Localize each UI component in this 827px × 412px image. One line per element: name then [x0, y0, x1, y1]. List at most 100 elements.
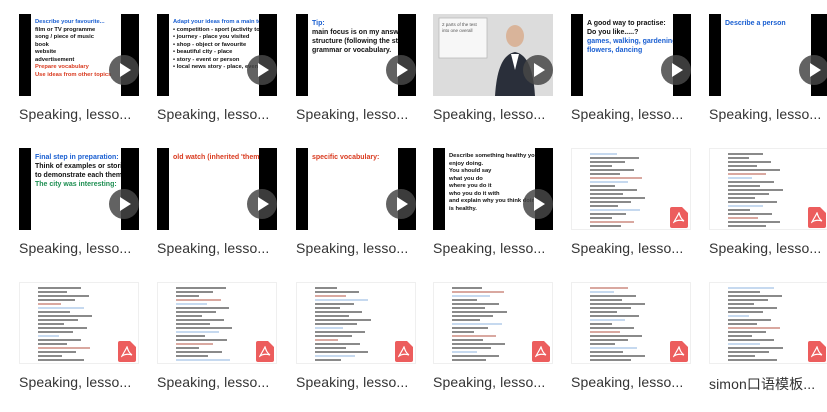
pdf-thumbnail — [296, 282, 416, 364]
slide-text: 2 parts of the test into one overall — [442, 22, 486, 34]
play-icon[interactable] — [386, 189, 416, 219]
play-icon[interactable] — [247, 55, 277, 85]
slide-line: to demonstrate each theme — [35, 172, 121, 179]
slide-line: is healthy. — [449, 205, 477, 212]
pdf-file-item[interactable]: Speaking, lesso... — [433, 282, 553, 412]
video-thumbnail: Tip: main focus is on my answer structure … — [296, 14, 416, 96]
document-preview-lines — [590, 285, 650, 363]
video-thumbnail: old watch (inherited 'theme') — [157, 148, 277, 230]
video-thumbnail: specific vocabulary: — [296, 148, 416, 230]
slide-line: • story - event or person — [173, 56, 240, 63]
play-icon[interactable] — [109, 189, 139, 219]
video-file-item[interactable]: Describe a person Speaking, lesso... — [709, 14, 827, 144]
video-file-item[interactable]: specific vocabulary: Speaking, lesso... — [296, 148, 416, 278]
slide-line: The city was interesting: — [35, 181, 117, 188]
pdf-icon — [808, 341, 826, 362]
slide-line: Adapt your ideas from a main topic — [173, 19, 259, 25]
slide-line: song / piece of music — [35, 34, 94, 40]
video-file-item[interactable]: 2 parts of the test into one overall Speak… — [433, 14, 553, 144]
pdf-file-item[interactable]: Speaking, lesso... — [157, 282, 277, 412]
video-file-item[interactable]: Final step in preparation: Think of examp… — [19, 148, 139, 278]
pdf-icon — [808, 207, 826, 228]
pdf-icon — [670, 341, 688, 362]
file-name-label: Speaking, lesso... — [19, 374, 132, 390]
pdf-thumbnail — [709, 148, 827, 230]
slide-line: • journey - place you visited — [173, 34, 250, 40]
pdf-thumbnail — [157, 282, 277, 364]
file-name-label: Speaking, lesso... — [571, 240, 684, 256]
play-icon[interactable] — [109, 55, 139, 85]
file-name-label: simon口语模板... — [709, 376, 816, 392]
slide-line: where you do it — [449, 183, 492, 189]
pdf-icon — [532, 341, 550, 362]
pdf-file-item[interactable]: Speaking, lesso... — [571, 282, 691, 412]
file-name-label: Speaking, lesso... — [157, 374, 270, 390]
document-preview-lines — [315, 285, 375, 363]
slide-line: You should say — [449, 168, 492, 174]
slide-line: website — [35, 49, 57, 55]
slide-line: book — [35, 41, 49, 48]
pdf-thumbnail — [571, 282, 691, 364]
video-file-item[interactable]: Adapt your ideas from a main topic• comp… — [157, 14, 277, 144]
file-name-label: Speaking, lesso... — [433, 106, 546, 122]
video-file-item[interactable]: Describe your favourite... film or TV pr… — [19, 14, 139, 144]
slide-line: Do you like.....? — [587, 29, 639, 36]
slide-line: • competition - sport (activity topic) — [173, 26, 259, 33]
file-name-label: Speaking, lesso... — [709, 240, 822, 256]
play-icon[interactable] — [386, 55, 416, 85]
document-preview-lines — [38, 285, 98, 363]
slide-line: structure (following the steps), not — [312, 38, 398, 45]
pdf-file-item[interactable]: Speaking, lesso... — [19, 282, 139, 412]
slide-line: grammar or vocabulary. — [312, 47, 392, 54]
file-name-label: Speaking, lesso... — [571, 106, 684, 122]
file-name-label: Speaking, lesso... — [19, 240, 132, 256]
pdf-file-item[interactable]: Speaking, lesso... — [709, 148, 827, 278]
video-thumbnail: Adapt your ideas from a main topic• comp… — [157, 14, 277, 96]
pdf-icon — [256, 341, 274, 362]
pdf-file-item[interactable]: Speaking, lesso... — [296, 282, 416, 412]
document-preview-lines — [728, 151, 788, 229]
slide-line: enjoy doing. — [449, 160, 484, 167]
video-thumbnail: Final step in preparation: Think of examp… — [19, 148, 139, 230]
pdf-file-item[interactable]: simon口语模板... — [709, 282, 827, 412]
play-icon[interactable] — [799, 55, 827, 85]
pdf-thumbnail — [19, 282, 139, 364]
slide-line: old watch (inherited 'theme') — [173, 154, 259, 161]
file-name-label: Speaking, lesso... — [296, 374, 409, 390]
slide-line: advertisement — [35, 56, 75, 63]
file-name-label: Speaking, lesso... — [571, 374, 684, 390]
slide-frame: A good way to practise: Do you like.....?… — [583, 14, 673, 96]
document-preview-lines — [590, 151, 650, 229]
slide-line: Use ideas from other topics — [35, 71, 112, 78]
video-thumbnail: Describe something healthy you enjoy doin… — [433, 148, 553, 230]
video-file-item[interactable]: Tip: main focus is on my answer structure … — [296, 14, 416, 144]
file-name-label: Speaking, lesso... — [157, 106, 270, 122]
video-file-item[interactable]: Describe something healthy you enjoy doin… — [433, 148, 553, 278]
file-grid: Describe your favourite... film or TV pr… — [0, 0, 827, 400]
slide-line: flowers, dancing — [587, 47, 643, 54]
document-preview-lines — [728, 285, 788, 363]
play-icon[interactable] — [661, 55, 691, 85]
pdf-file-item[interactable]: Speaking, lesso... — [571, 148, 691, 278]
document-preview-lines — [176, 285, 236, 363]
slide-line: • shop - object or favourite — [173, 41, 247, 48]
video-thumbnail: A good way to practise: Do you like.....?… — [571, 14, 691, 96]
slide-line: A good way to practise: — [587, 20, 666, 27]
file-name-label: Speaking, lesso... — [433, 374, 546, 390]
file-name-label: Speaking, lesso... — [433, 240, 546, 256]
pdf-icon — [670, 207, 688, 228]
video-thumbnail: Describe a person — [709, 14, 827, 96]
video-file-item[interactable]: A good way to practise: Do you like.....?… — [571, 14, 691, 144]
play-icon[interactable] — [247, 189, 277, 219]
slide-line: Describe your favourite... — [35, 19, 105, 25]
play-icon[interactable] — [523, 189, 553, 219]
slide-line: games, walking, gardening, — [587, 38, 673, 45]
video-file-item[interactable]: old watch (inherited 'theme') Speaking, l… — [157, 148, 277, 278]
slide-line: Prepare vocabulary — [35, 64, 89, 70]
slide-frame: Describe a person — [721, 14, 811, 96]
document-preview-lines — [452, 285, 512, 363]
slide-frame: Describe something healthy you enjoy doin… — [445, 148, 535, 230]
file-name-label: Speaking, lesso... — [157, 240, 270, 256]
play-icon[interactable] — [523, 55, 553, 85]
slide-line: and explain why you think doing it — [449, 198, 535, 204]
